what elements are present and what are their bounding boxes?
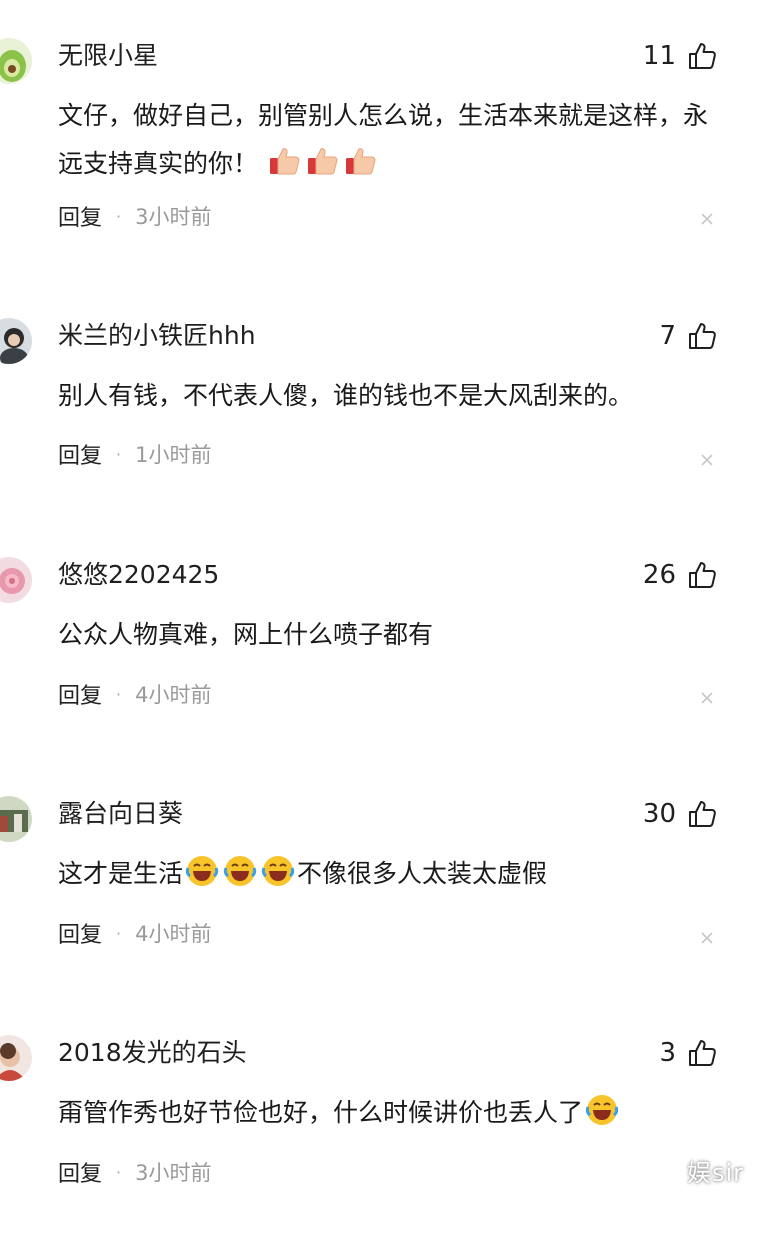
comment-text-part: 这才是生活 [58,859,184,888]
like-count: 7 [659,321,676,351]
avatar[interactable] [0,318,32,364]
thumbs-up-icon[interactable] [686,320,718,352]
like-count: 26 [642,560,676,590]
timestamp: 3小时前 [135,205,212,229]
thumbs-up-emoji-icon [268,144,302,178]
timestamp: 4小时前 [135,922,212,946]
comment-meta: 回复 · 3小时前 [58,1154,211,1190]
comment-text: 文仔，做好自己，别管别人怎么说，生活本来就是这样，永远支持真实的你！ [58,92,718,188]
like-button[interactable]: 7 [659,318,718,354]
close-icon[interactable] [700,212,714,226]
avatar[interactable] [0,1035,32,1081]
comment-meta: 回复 · 4小时前 [58,676,211,712]
separator-dot: · [116,1162,122,1182]
thumbs-up-icon[interactable] [686,1037,718,1069]
timestamp: 3小时前 [135,1161,212,1185]
separator-dot: · [116,206,122,226]
thumbs-up-emoji-icon [306,144,340,178]
comment-text-part: 不像很多人太装太虚假 [297,859,548,888]
thumbs-up-icon[interactable] [686,559,718,591]
reply-button[interactable]: 回复 [58,917,102,949]
avatar[interactable] [0,557,32,603]
username[interactable]: 露台向日葵 [58,796,183,832]
close-icon[interactable] [700,931,714,945]
thumbs-up-icon[interactable] [686,798,718,830]
laughing-crying-emoji-icon [185,854,219,888]
timestamp: 1小时前 [135,443,212,467]
separator-dot: · [116,923,122,943]
comment-item: 2018发光的石头 3 甭管作秀也好节俭也好，什么时候讲价也丢人了 回复 · 3… [0,997,758,1235]
reply-button[interactable]: 回复 [58,678,102,710]
timestamp: 4小时前 [135,683,212,707]
reply-button[interactable]: 回复 [58,438,102,470]
separator-dot: · [116,444,122,464]
comment-text: 别人有钱，不代表人傻，谁的钱也不是大风刮来的。 [58,372,718,420]
laughing-crying-emoji-icon [585,1093,619,1127]
username[interactable]: 无限小星 [58,38,158,74]
comment-item: 无限小星 11 文仔，做好自己，别管别人怎么说，生活本来就是这样，永远支持真实的… [0,0,758,238]
laughing-crying-emoji-icon [223,854,257,888]
username[interactable]: 2018发光的石头 [58,1035,247,1071]
avatar[interactable] [0,38,32,84]
comment-item: 露台向日葵 30 这才是生活 不像很多人太装太虚假 回复 · 4小时前 [0,758,758,996]
comment-text-part: 别人有钱，不代表人傻，谁的钱也不是大风刮来的。 [58,381,634,410]
avatar[interactable] [0,796,32,842]
close-icon[interactable] [700,691,714,705]
comment-text: 这才是生活 不像很多人太装太虚假 [58,850,718,898]
comment-text: 公众人物真难，网上什么喷子都有 [58,611,718,659]
username[interactable]: 悠悠2202425 [58,557,219,593]
watermark: 娱sir [686,1159,744,1187]
like-count: 11 [642,41,676,71]
like-count: 30 [642,799,676,829]
like-button[interactable]: 26 [643,557,718,593]
like-button[interactable]: 30 [643,796,718,832]
reply-button[interactable]: 回复 [58,1156,102,1188]
comment-meta: 回复 · 1小时前 [58,436,211,472]
comment-item: 悠悠2202425 26 公众人物真难，网上什么喷子都有 回复 · 4小时前 [0,519,758,757]
comment-item: 米兰的小铁匠hhh 7 别人有钱，不代表人傻，谁的钱也不是大风刮来的。 回复 ·… [0,280,758,518]
like-button[interactable]: 3 [659,1035,718,1071]
close-icon[interactable] [700,453,714,467]
comment-text-part: 甭管作秀也好节俭也好，什么时候讲价也丢人了 [58,1098,584,1127]
comment-meta: 回复 · 3小时前 [58,198,211,234]
comment-text-part: 公众人物真难，网上什么喷子都有 [58,620,434,649]
like-count: 3 [659,1038,676,1068]
laughing-crying-emoji-icon [261,854,295,888]
like-button[interactable]: 11 [643,38,718,74]
separator-dot: · [116,684,122,704]
thumbs-up-icon[interactable] [686,40,718,72]
username[interactable]: 米兰的小铁匠hhh [58,318,256,354]
reply-button[interactable]: 回复 [58,200,102,232]
thumbs-up-emoji-icon [344,144,378,178]
comment-text: 甭管作秀也好节俭也好，什么时候讲价也丢人了 [58,1089,718,1137]
comment-text-part: 文仔，做好自己，别管别人怎么说，生活本来就是这样，永远支持真实的你！ [58,101,709,178]
comment-meta: 回复 · 4小时前 [58,915,211,951]
